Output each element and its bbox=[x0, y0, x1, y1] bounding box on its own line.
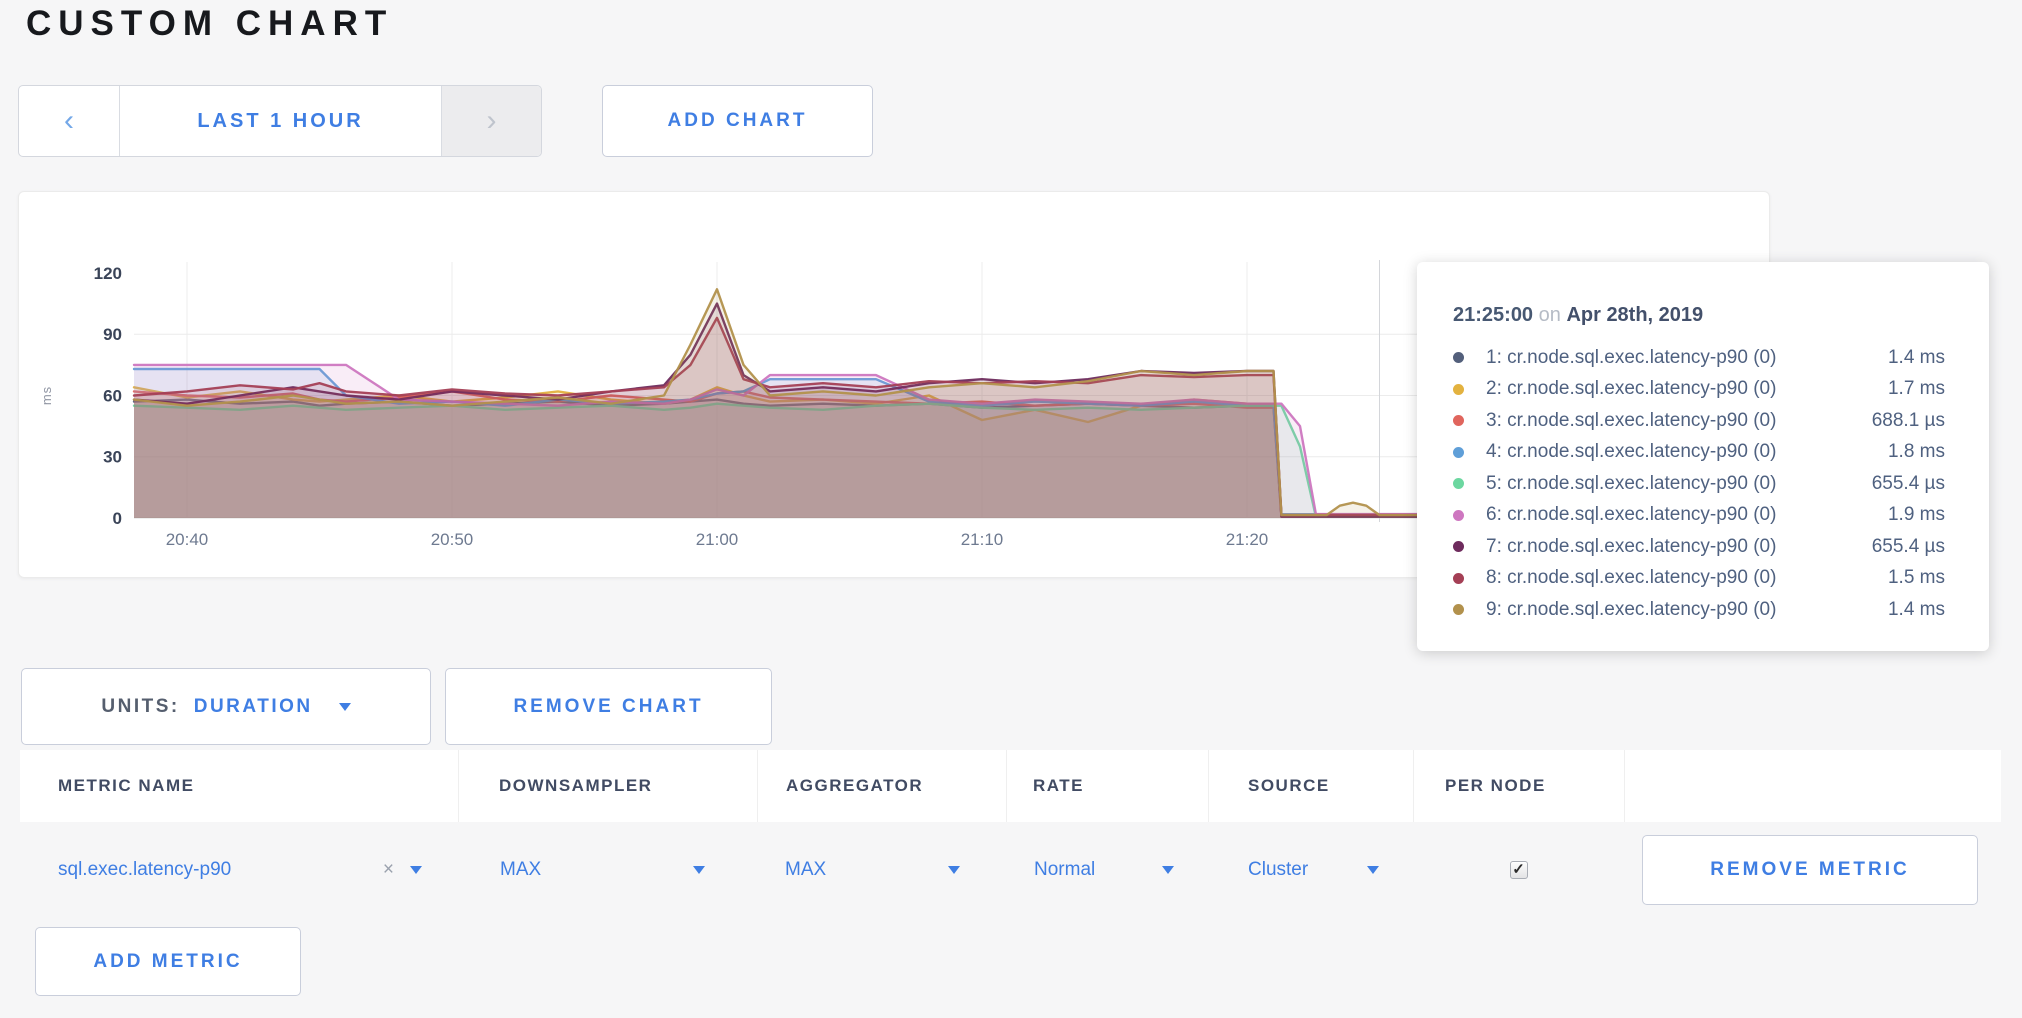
tooltip-time: 21:25:00 bbox=[1453, 304, 1533, 326]
svg-text:60: 60 bbox=[103, 386, 122, 405]
chevron-left-icon: ‹ bbox=[64, 104, 74, 138]
tooltip-series-row: 9: cr.node.sql.exec.latency-p90 (0)1.4 m… bbox=[1453, 594, 1945, 626]
per-node-cell bbox=[1413, 822, 1624, 918]
chevron-down-icon bbox=[339, 703, 351, 711]
tooltip-series-row: 3: cr.node.sql.exec.latency-p90 (0)688.1… bbox=[1453, 405, 1945, 437]
rate-select[interactable]: Normal bbox=[1006, 822, 1208, 918]
col-header-rate: RATE bbox=[1006, 750, 1208, 822]
chart-hover-tooltip: 21:25:00 on Apr 28th, 2019 1: cr.node.sq… bbox=[1417, 262, 1989, 651]
series-label: 4: cr.node.sql.exec.latency-p90 (0) bbox=[1486, 441, 1888, 463]
col-header-source: SOURCE bbox=[1208, 750, 1413, 822]
series-label: 8: cr.node.sql.exec.latency-p90 (0) bbox=[1486, 567, 1888, 589]
series-color-dot bbox=[1453, 604, 1464, 615]
rate-value: Normal bbox=[1034, 859, 1095, 881]
series-value: 1.4 ms bbox=[1888, 347, 1945, 369]
col-header-downsampler: DOWNSAMPLER bbox=[458, 750, 757, 822]
series-value: 655.4 µs bbox=[1872, 536, 1945, 558]
tooltip-series-row: 1: cr.node.sql.exec.latency-p90 (0)1.4 m… bbox=[1453, 342, 1945, 374]
tooltip-date: Apr 28th, 2019 bbox=[1566, 304, 1703, 326]
series-color-dot bbox=[1453, 541, 1464, 552]
time-range-label[interactable]: LAST 1 HOUR bbox=[120, 86, 441, 156]
remove-chart-button[interactable]: REMOVE CHART bbox=[445, 668, 772, 745]
tooltip-header: 21:25:00 on Apr 28th, 2019 bbox=[1453, 302, 1945, 328]
chevron-down-icon bbox=[948, 866, 960, 874]
time-range-selector: ‹ LAST 1 HOUR › bbox=[18, 85, 542, 157]
svg-text:90: 90 bbox=[103, 325, 122, 344]
svg-text:0: 0 bbox=[113, 509, 122, 528]
chevron-down-icon bbox=[1367, 866, 1379, 874]
series-label: 2: cr.node.sql.exec.latency-p90 (0) bbox=[1486, 378, 1888, 400]
clear-metric-icon[interactable]: × bbox=[383, 859, 394, 881]
series-value: 1.9 ms bbox=[1888, 504, 1945, 526]
svg-text:21:10: 21:10 bbox=[961, 530, 1004, 549]
units-dropdown[interactable]: UNITS: DURATION bbox=[21, 668, 431, 745]
source-select[interactable]: Cluster bbox=[1208, 822, 1413, 918]
series-color-dot bbox=[1453, 447, 1464, 458]
svg-text:20:50: 20:50 bbox=[431, 530, 474, 549]
units-label: UNITS: bbox=[101, 696, 179, 718]
tooltip-series-row: 4: cr.node.sql.exec.latency-p90 (0)1.8 m… bbox=[1453, 437, 1945, 469]
series-color-dot bbox=[1453, 384, 1464, 395]
tooltip-series-row: 6: cr.node.sql.exec.latency-p90 (0)1.9 m… bbox=[1453, 500, 1945, 532]
tooltip-series-row: 8: cr.node.sql.exec.latency-p90 (0)1.5 m… bbox=[1453, 563, 1945, 595]
time-range-prev-button[interactable]: ‹ bbox=[19, 86, 120, 156]
series-value: 1.4 ms bbox=[1888, 599, 1945, 621]
page-title: CUSTOM CHART bbox=[26, 4, 393, 44]
series-color-dot bbox=[1453, 352, 1464, 363]
series-color-dot bbox=[1453, 510, 1464, 521]
metric-actions-cell: REMOVE METRIC bbox=[1624, 822, 2001, 918]
metric-row: sql.exec.latency-p90 × MAX MAX Normal Cl… bbox=[20, 822, 2001, 918]
series-value: 688.1 µs bbox=[1872, 410, 1945, 432]
add-chart-button[interactable]: ADD CHART bbox=[602, 85, 873, 157]
chevron-down-icon bbox=[1162, 866, 1174, 874]
chevron-down-icon[interactable] bbox=[410, 866, 422, 874]
tooltip-series-row: 2: cr.node.sql.exec.latency-p90 (0)1.7 m… bbox=[1453, 374, 1945, 406]
aggregator-select[interactable]: MAX bbox=[757, 822, 1006, 918]
series-label: 6: cr.node.sql.exec.latency-p90 (0) bbox=[1486, 504, 1888, 526]
tooltip-series-row: 5: cr.node.sql.exec.latency-p90 (0)655.4… bbox=[1453, 468, 1945, 500]
tooltip-series-list: 1: cr.node.sql.exec.latency-p90 (0)1.4 m… bbox=[1453, 342, 1945, 626]
series-value: 655.4 µs bbox=[1872, 473, 1945, 495]
series-label: 9: cr.node.sql.exec.latency-p90 (0) bbox=[1486, 599, 1888, 621]
metrics-table-header: METRIC NAME DOWNSAMPLER AGGREGATOR RATE … bbox=[20, 750, 2001, 822]
svg-text:20:40: 20:40 bbox=[166, 530, 209, 549]
series-value: 1.8 ms bbox=[1888, 441, 1945, 463]
series-value: 1.5 ms bbox=[1888, 567, 1945, 589]
downsampler-select[interactable]: MAX bbox=[458, 822, 757, 918]
svg-text:21:00: 21:00 bbox=[696, 530, 739, 549]
metric-name-value[interactable]: sql.exec.latency-p90 bbox=[58, 859, 231, 881]
units-value: DURATION bbox=[194, 696, 313, 718]
y-axis-unit-label: ms bbox=[39, 386, 54, 405]
time-range-next-button[interactable]: › bbox=[441, 86, 541, 156]
series-label: 3: cr.node.sql.exec.latency-p90 (0) bbox=[1486, 410, 1872, 432]
col-header-aggregator: AGGREGATOR bbox=[757, 750, 1006, 822]
svg-text:21:20: 21:20 bbox=[1226, 530, 1269, 549]
series-color-dot bbox=[1453, 573, 1464, 584]
add-metric-button[interactable]: ADD METRIC bbox=[35, 927, 301, 996]
remove-metric-button[interactable]: REMOVE METRIC bbox=[1642, 835, 1978, 905]
svg-text:120: 120 bbox=[94, 264, 122, 283]
tooltip-series-row: 7: cr.node.sql.exec.latency-p90 (0)655.4… bbox=[1453, 531, 1945, 563]
col-header-per-node: PER NODE bbox=[1413, 750, 1624, 822]
per-node-checkbox[interactable] bbox=[1510, 861, 1528, 879]
series-color-dot bbox=[1453, 415, 1464, 426]
series-color-dot bbox=[1453, 478, 1464, 489]
series-label: 7: cr.node.sql.exec.latency-p90 (0) bbox=[1486, 536, 1872, 558]
col-header-actions bbox=[1624, 750, 2001, 822]
col-header-metric-name: METRIC NAME bbox=[20, 750, 458, 822]
aggregator-value: MAX bbox=[785, 859, 826, 881]
chevron-right-icon: › bbox=[487, 104, 497, 138]
series-label: 1: cr.node.sql.exec.latency-p90 (0) bbox=[1486, 347, 1888, 369]
tooltip-on-text: on bbox=[1539, 304, 1561, 326]
custom-chart-page: CUSTOM CHART ‹ LAST 1 HOUR › ADD CHART 0… bbox=[0, 0, 2022, 1018]
source-value: Cluster bbox=[1248, 859, 1308, 881]
series-value: 1.7 ms bbox=[1888, 378, 1945, 400]
downsampler-value: MAX bbox=[500, 859, 541, 881]
series-label: 5: cr.node.sql.exec.latency-p90 (0) bbox=[1486, 473, 1872, 495]
metric-name-cell[interactable]: sql.exec.latency-p90 × bbox=[20, 822, 458, 918]
chevron-down-icon bbox=[693, 866, 705, 874]
svg-text:30: 30 bbox=[103, 448, 122, 467]
